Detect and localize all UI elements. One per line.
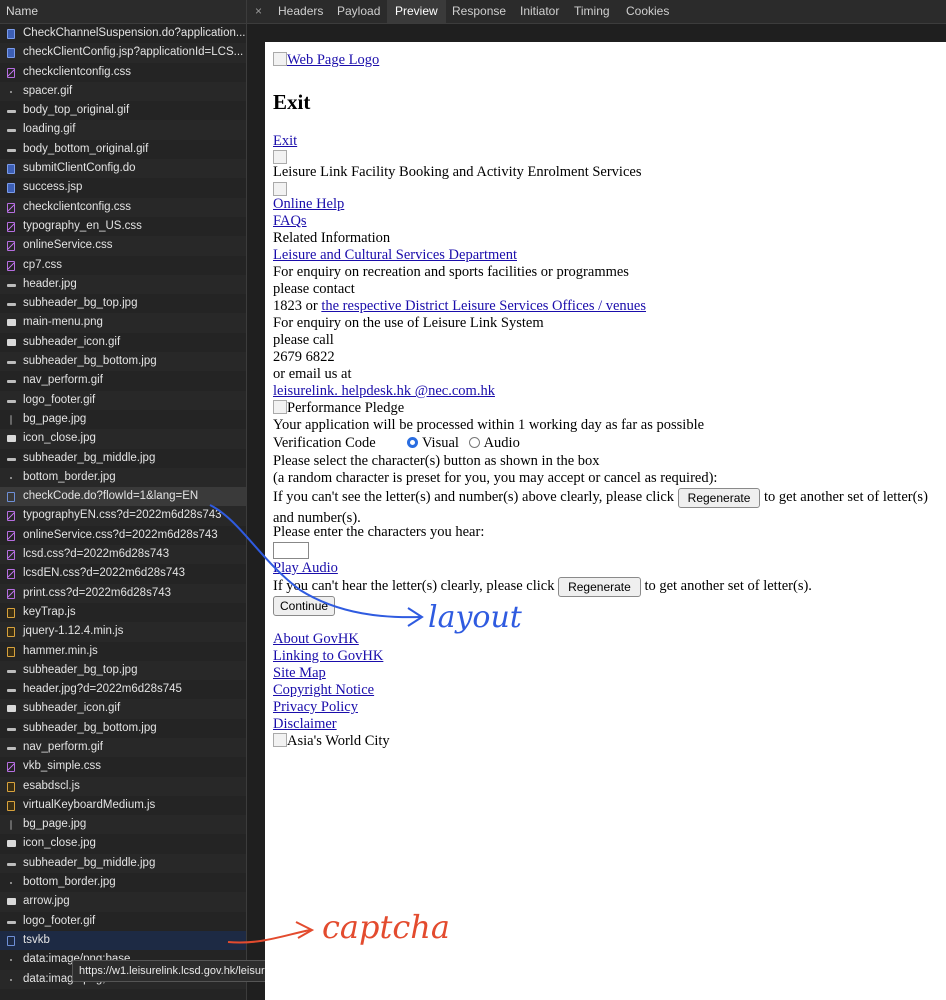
layout-arrow [209, 504, 421, 619]
captcha-annotation: captcha [322, 908, 450, 946]
layout-annotation: layout [428, 600, 522, 635]
annotation-arrows [209, 504, 424, 944]
captcha-arrow [227, 929, 311, 944]
